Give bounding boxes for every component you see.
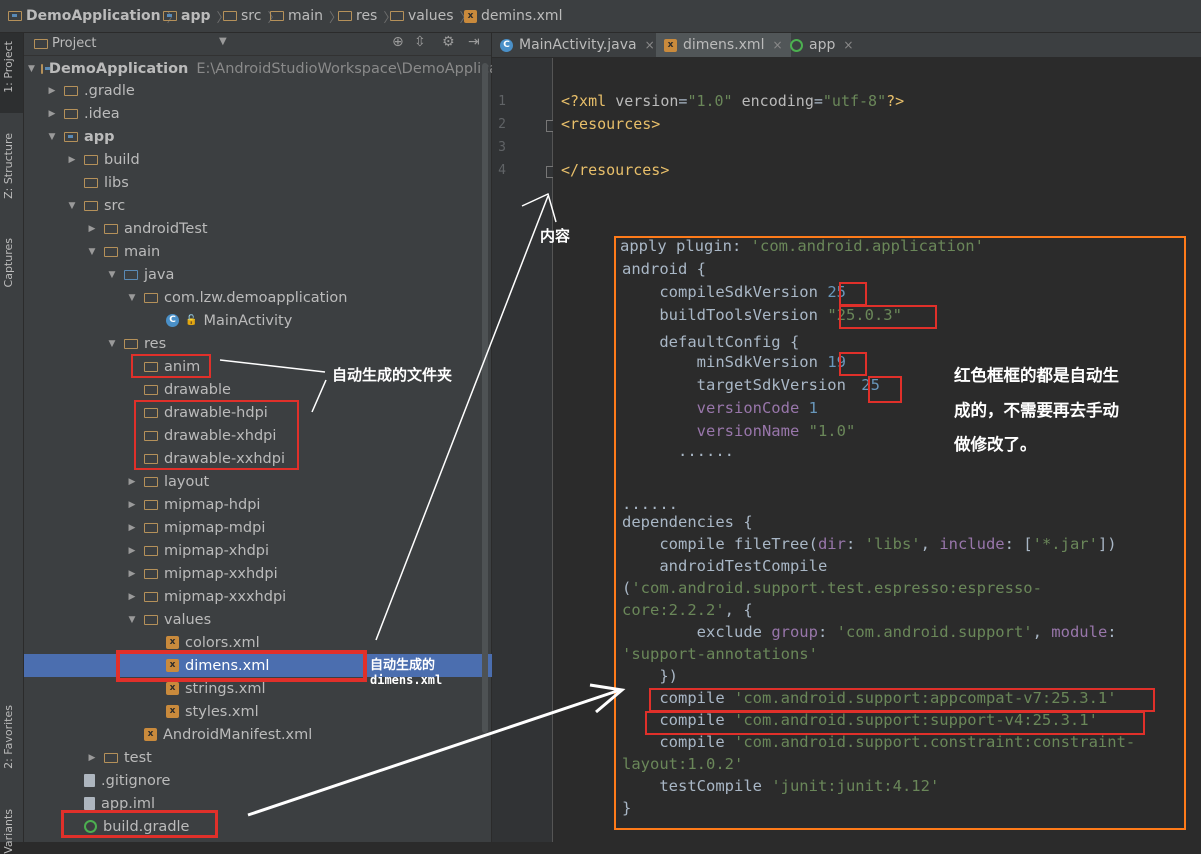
annotation-arrows — [219, 192, 626, 817]
arrow-to-gradle — [247, 688, 621, 817]
arrow-to-content — [375, 195, 549, 641]
